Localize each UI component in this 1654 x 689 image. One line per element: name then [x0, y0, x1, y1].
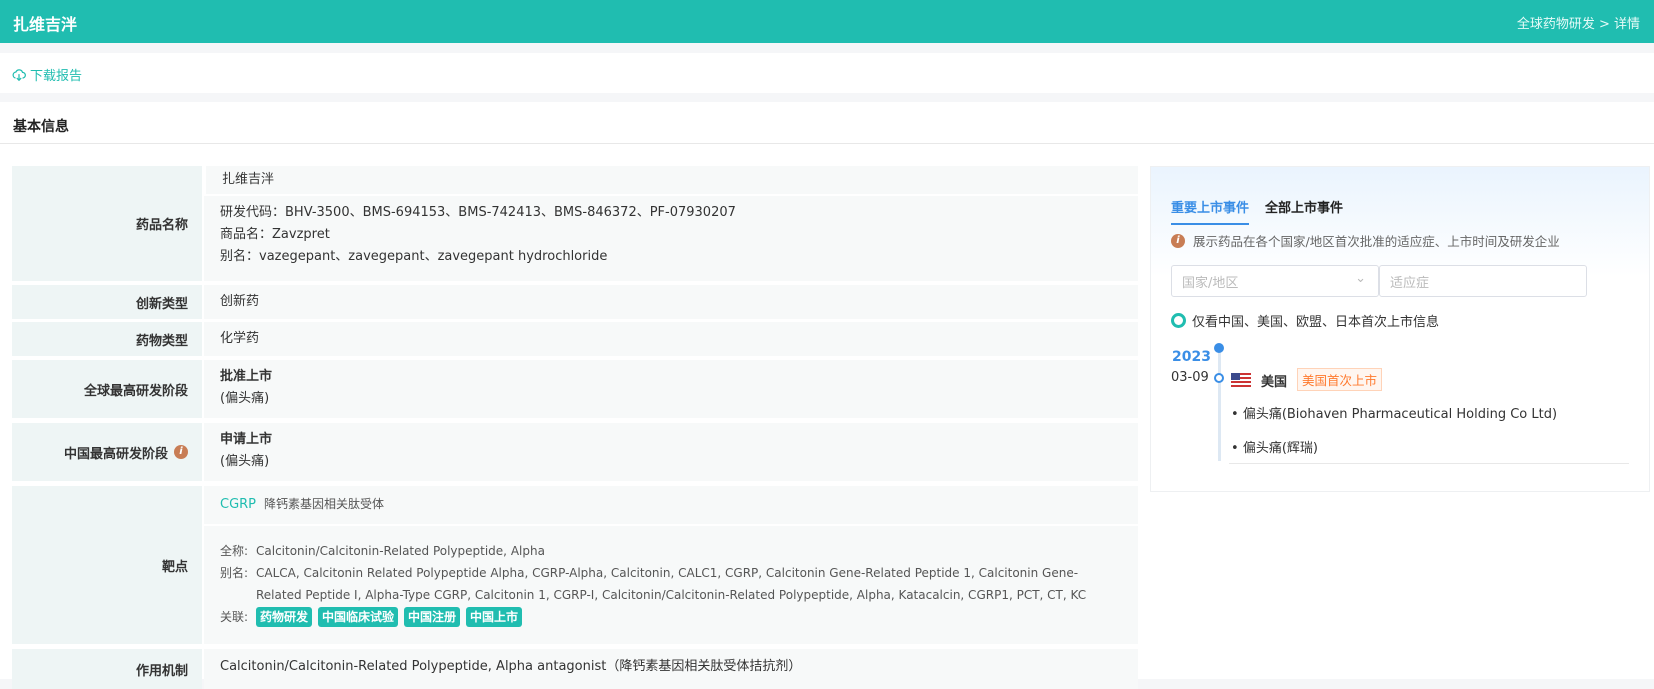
row-china-stage: 中国最高研发阶段 i 申请上市 (偏头痛)	[12, 423, 1138, 481]
chevron-down-icon: ⌄	[1355, 271, 1366, 286]
drug-alias: 别名：vazegepant、zavegepant、zavegepant hydr…	[220, 249, 608, 264]
timeline-event-dot	[1214, 373, 1224, 383]
timeline-year: 2023	[1172, 349, 1211, 365]
event-item-text: 偏头痛(辉瑞)	[1242, 441, 1318, 456]
launch-events-panel: 重要上市事件 全部上市事件 i 展示药品在各个国家/地区首次批准的适应症、上市时间…	[1150, 166, 1650, 492]
event-item: • 偏头痛(Biohaven Pharmaceutical Holding Co…	[1231, 407, 1558, 422]
tag-drug-rd[interactable]: 药物研发	[256, 607, 313, 627]
timeline-line	[1218, 345, 1221, 461]
row-label: 创新类型	[12, 285, 202, 319]
row-label: 靶点	[12, 486, 202, 644]
page-title: 扎维吉泮	[13, 15, 78, 34]
cloud-download-icon	[12, 68, 26, 81]
stage-indication: (偏头痛)	[220, 391, 270, 406]
drug-codes: 研发代码：BHV-3500、BMS-694153、BMS-742413、BMS-…	[220, 205, 736, 220]
indication-placeholder: 适应症	[1390, 276, 1430, 291]
panel-note: 展示药品在各个国家/地区首次批准的适应症、上市时间及研发企业	[1193, 234, 1560, 249]
related-label: 关联:	[220, 610, 249, 624]
target-cn-name: 降钙素基因相关肽受体	[264, 497, 385, 511]
toolbar: 下载报告	[0, 53, 1654, 93]
divider	[1229, 463, 1629, 464]
tag-cn-launch[interactable]: 中国上市	[466, 607, 523, 627]
tag-cn-registration[interactable]: 中国注册	[404, 607, 461, 627]
row-label: 中国最高研发阶段 i	[12, 423, 202, 481]
page-header: 扎维吉泮 全球药物研发 > 详情	[0, 0, 1654, 43]
row-value: 化学药	[204, 322, 1138, 356]
breadcrumb[interactable]: 全球药物研发 > 详情	[1517, 13, 1640, 32]
major-markets-radio[interactable]: 仅看中国、美国、欧盟、日本首次上市信息	[1171, 311, 1439, 330]
row-global-stage: 全球最高研发阶段 批准上市 (偏头痛)	[12, 360, 1138, 418]
drug-trade-name: 商品名：Zavzpret	[220, 227, 330, 242]
divider	[0, 143, 1654, 144]
indication-input[interactable]: 适应症	[1379, 265, 1587, 297]
first-launch-badge: 美国首次上市	[1297, 368, 1383, 391]
us-flag-icon	[1231, 373, 1251, 387]
stage-value: 批准上市	[220, 369, 273, 384]
info-icon: i	[1171, 233, 1185, 248]
radio-label: 仅看中国、美国、欧盟、日本首次上市信息	[1192, 315, 1440, 330]
main-content: 基本信息 药品名称 扎维吉泮 研发代码：BHV-3500、BMS-694153、…	[0, 102, 1654, 689]
row-label: 作用机制	[12, 649, 202, 689]
alias-label: 别名:	[220, 566, 249, 580]
event-date: 03-09	[1171, 370, 1209, 385]
row-value: Calcitonin/Calcitonin-Related Polypeptid…	[204, 649, 1138, 689]
country-placeholder: 国家/地区	[1182, 276, 1239, 291]
row-drug-name: 药品名称 扎维吉泮 研发代码：BHV-3500、BMS-694153、BMS-7…	[12, 166, 1138, 281]
stage-indication: (偏头痛)	[220, 454, 270, 469]
tab-all-events[interactable]: 全部上市事件	[1265, 197, 1343, 225]
timeline-year-dot	[1214, 343, 1224, 353]
target-code-link[interactable]: CGRP	[220, 497, 256, 512]
target-full-name: Calcitonin/Calcitonin-Related Polypeptid…	[256, 544, 545, 558]
row-drug-type: 药物类型 化学药	[12, 322, 1138, 356]
event-item-text: 偏头痛(Biohaven Pharmaceutical Holding Co L…	[1242, 407, 1558, 422]
info-icon[interactable]: i	[174, 445, 188, 459]
radio-icon	[1171, 313, 1186, 328]
download-report-button[interactable]: 下载报告	[12, 65, 82, 84]
row-label: 全球最高研发阶段	[12, 360, 202, 418]
section-title: 基本信息	[13, 119, 69, 135]
row-target: 靶点 CGRP 降钙素基因相关肽受体 全称: Calcitonin/Calciton…	[12, 486, 1138, 644]
tag-cn-clinical[interactable]: 中国临床试验	[318, 607, 399, 627]
tab-key-events[interactable]: 重要上市事件	[1171, 197, 1250, 225]
row-mechanism: 作用机制 Calcitonin/Calcitonin-Related Polyp…	[12, 649, 1138, 689]
drug-cn-name: 扎维吉泮	[206, 166, 1138, 194]
full-name-label: 全称:	[220, 544, 249, 558]
row-label: 药物类型	[12, 322, 202, 356]
row-label: 药品名称	[12, 166, 202, 281]
event-country: 美国	[1261, 375, 1288, 390]
country-select[interactable]: 国家/地区 ⌄	[1171, 265, 1379, 297]
stage-value: 申请上市	[220, 432, 273, 447]
row-innovation: 创新类型 创新药	[12, 285, 1138, 319]
download-label: 下载报告	[30, 69, 83, 84]
event-item: • 偏头痛(辉瑞)	[1231, 441, 1318, 456]
target-alias: CALCA, Calcitonin Related Polypeptide Al…	[256, 566, 1087, 602]
label-text: 中国最高研发阶段	[63, 446, 168, 462]
row-value: 创新药	[204, 285, 1138, 319]
